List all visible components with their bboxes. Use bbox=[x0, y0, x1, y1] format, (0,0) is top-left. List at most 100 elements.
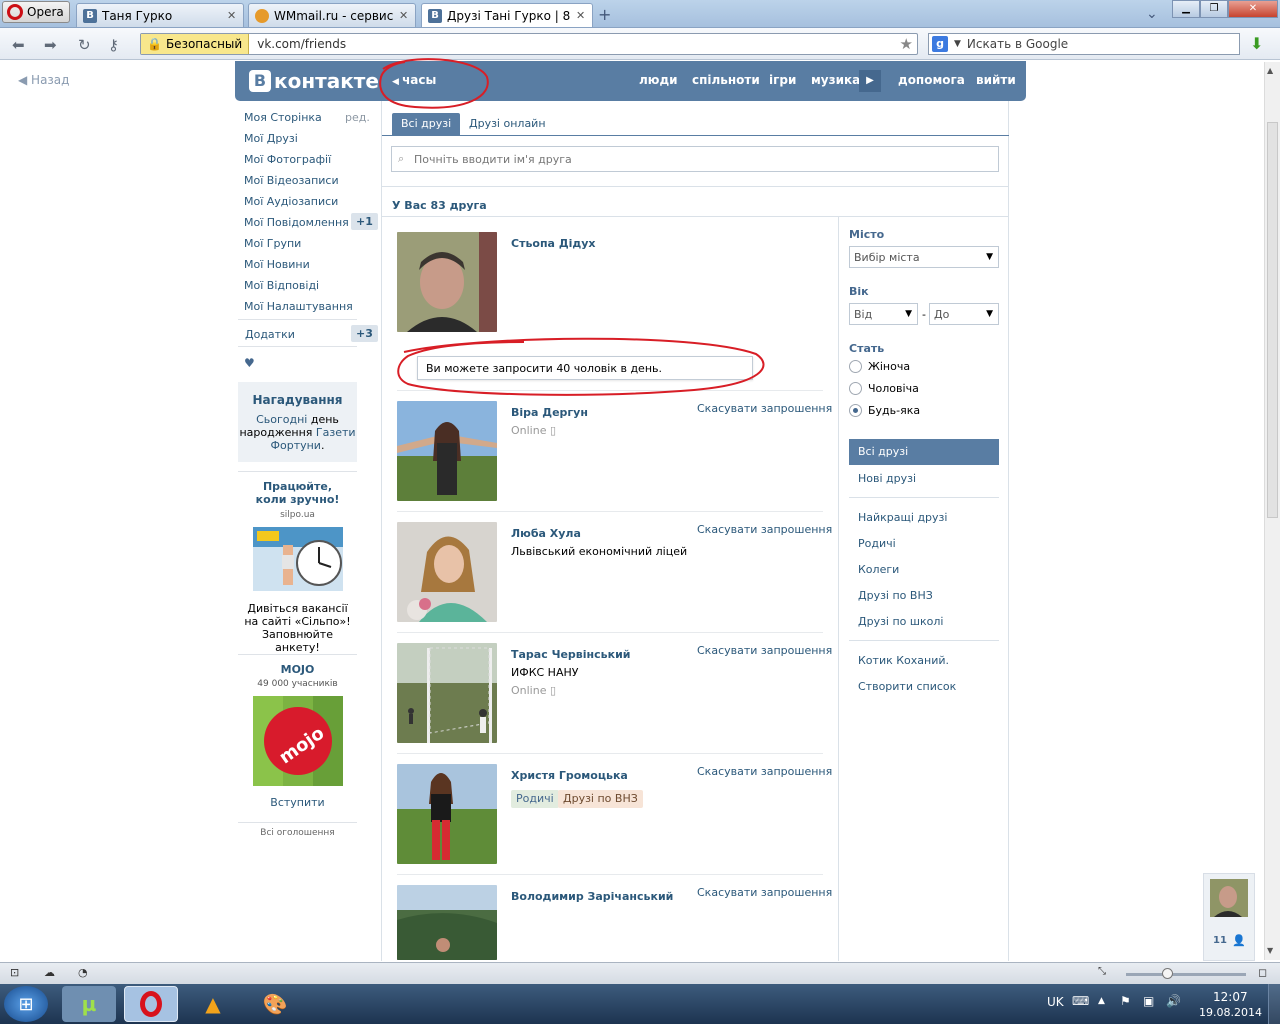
reload-icon[interactable]: ↻ bbox=[78, 36, 91, 54]
zoom-slider-knob[interactable] bbox=[1162, 968, 1173, 979]
friend-name[interactable]: Віра Дергун bbox=[511, 406, 588, 419]
panel-toggle-icon[interactable]: ⊡ bbox=[10, 966, 19, 979]
clock-date[interactable]: 19.08.2014 bbox=[1199, 1006, 1262, 1019]
language-indicator[interactable]: UK bbox=[1047, 995, 1064, 1009]
birthday-name-link[interactable]: Фортуни bbox=[271, 439, 321, 452]
back-link[interactable]: ◀ Назад bbox=[18, 73, 69, 87]
menu-apps[interactable]: Додатки bbox=[245, 328, 295, 341]
volume-icon[interactable]: 🔊 bbox=[1166, 994, 1181, 1008]
online-friends-widget[interactable]: 11 👤 bbox=[1203, 873, 1255, 961]
show-desktop-button[interactable] bbox=[1268, 984, 1280, 1024]
keyboard-icon[interactable]: ⌨ bbox=[1072, 994, 1089, 1008]
friend-avatar[interactable] bbox=[397, 232, 497, 332]
opera-menu-button[interactable]: Opera bbox=[2, 1, 70, 23]
list-tag-relatives[interactable]: Родичі bbox=[511, 790, 559, 808]
friend-name[interactable]: Тарас Червінський bbox=[511, 648, 631, 661]
filter-best-friends[interactable]: Найкращі друзі bbox=[858, 511, 947, 524]
tab-menu-icon[interactable]: ⌄ bbox=[1146, 6, 1158, 22]
cancel-request-link[interactable]: Скасувати запрошення bbox=[697, 402, 832, 415]
scroll-up-icon[interactable]: ▲ bbox=[1267, 66, 1273, 75]
aimp-taskbar-icon[interactable]: ▲ bbox=[186, 986, 240, 1022]
zoom-out-icon[interactable]: ⤡ bbox=[1098, 966, 1106, 977]
opera-taskbar-icon[interactable] bbox=[124, 986, 178, 1022]
network-icon[interactable]: ▣ bbox=[1143, 994, 1154, 1008]
cloud-icon[interactable]: ☁ bbox=[44, 966, 55, 979]
cancel-request-link[interactable]: Скасувати запрошення bbox=[697, 886, 832, 899]
browser-tab-1[interactable]: В Таня Гурко ✕ bbox=[76, 3, 244, 27]
play-icon[interactable]: ▶ bbox=[859, 70, 881, 92]
friend-avatar[interactable] bbox=[397, 885, 497, 960]
nav-games[interactable]: ігри bbox=[769, 73, 796, 87]
filter-new-friends[interactable]: Нові друзі bbox=[858, 472, 916, 485]
today-link[interactable]: Сьогодні bbox=[256, 413, 307, 426]
ad-title[interactable]: Працюйте, коли зручно! bbox=[256, 480, 340, 506]
friend-search-input[interactable]: ⌕ Почніть вводити ім'я друга bbox=[391, 146, 999, 172]
close-tab-icon[interactable]: ✕ bbox=[399, 9, 409, 22]
new-tab-icon[interactable]: + bbox=[598, 5, 611, 24]
windows-start-icon[interactable]: ⊞ bbox=[4, 986, 48, 1022]
city-select[interactable]: Вибір міста ▼ bbox=[849, 246, 999, 268]
age-to-select[interactable]: До ▼ bbox=[929, 303, 999, 325]
menu-my-messages[interactable]: Мої Повідомлення bbox=[244, 216, 349, 229]
radio-male[interactable]: Чоловіча bbox=[849, 382, 919, 395]
filter-custom-list[interactable]: Котик Коханий. bbox=[858, 654, 949, 667]
friend-name[interactable]: Христя Громоцька bbox=[511, 769, 628, 782]
speed-dial-icon[interactable]: ◔ bbox=[78, 966, 88, 979]
close-tab-icon[interactable]: ✕ bbox=[227, 9, 237, 22]
security-badge[interactable]: 🔒 Безопасный bbox=[141, 34, 250, 54]
close-window-icon[interactable]: ✕ bbox=[1228, 0, 1278, 18]
tray-expand-icon[interactable]: ▲ bbox=[1098, 996, 1105, 1006]
menu-my-answers[interactable]: Мої Відповіді bbox=[244, 279, 319, 292]
browser-tab-2[interactable]: WMmail.ru - сервис п... ✕ bbox=[248, 3, 416, 27]
nav-logout[interactable]: вийти bbox=[976, 73, 1016, 87]
filter-school-friends[interactable]: Друзі по школі bbox=[858, 615, 943, 628]
nav-music[interactable]: музика bbox=[811, 73, 860, 87]
friend-avatar[interactable] bbox=[397, 643, 497, 743]
messages-badge[interactable]: +1 bbox=[351, 213, 378, 230]
nav-people[interactable]: люди bbox=[639, 73, 678, 87]
radio-any[interactable]: Будь-яка bbox=[849, 404, 920, 417]
url-field[interactable]: 🔒 Безопасный vk.com/friends ★ bbox=[140, 33, 918, 55]
zoom-reset-icon[interactable]: ◻ bbox=[1258, 966, 1267, 979]
bookmark-star-icon[interactable]: ★ bbox=[900, 35, 913, 53]
chevron-down-icon[interactable]: ▼ bbox=[954, 39, 961, 49]
ad-title[interactable]: MOJO bbox=[238, 663, 357, 676]
restore-icon[interactable]: ❐ bbox=[1200, 0, 1228, 18]
nav-communities[interactable]: спільноти bbox=[692, 73, 760, 87]
friend-avatar[interactable] bbox=[397, 764, 497, 864]
cancel-request-link[interactable]: Скасувати запрошення bbox=[697, 765, 832, 778]
friend-avatar[interactable] bbox=[397, 522, 497, 622]
radio-female[interactable]: Жіноча bbox=[849, 360, 910, 373]
download-icon[interactable]: ⬇ bbox=[1250, 34, 1263, 53]
tab-all-friends[interactable]: Всі друзі bbox=[392, 113, 461, 136]
menu-my-news[interactable]: Мої Новини bbox=[244, 258, 310, 271]
cancel-request-link[interactable]: Скасувати запрошення bbox=[697, 644, 832, 657]
menu-my-photos[interactable]: Мої Фотографії bbox=[244, 153, 331, 166]
menu-my-groups[interactable]: Мої Групи bbox=[244, 237, 301, 250]
filter-all-friends-selected[interactable]: Всі друзі bbox=[849, 439, 999, 465]
scroll-down-icon[interactable]: ▼ bbox=[1267, 946, 1273, 955]
heart-icon[interactable]: ♥ bbox=[244, 356, 255, 370]
online-friend-avatar[interactable] bbox=[1210, 879, 1248, 917]
vertical-scrollbar[interactable]: ▲ ▼ bbox=[1264, 62, 1280, 960]
minimize-icon[interactable]: ▁ bbox=[1172, 0, 1200, 18]
zoom-slider[interactable] bbox=[1126, 973, 1246, 976]
apps-badge[interactable]: +3 bbox=[351, 325, 378, 342]
menu-my-audio[interactable]: Мої Аудіозаписи bbox=[244, 195, 338, 208]
join-link[interactable]: Вступити bbox=[238, 796, 357, 809]
nav-help[interactable]: допомога bbox=[898, 73, 965, 87]
paint-taskbar-icon[interactable]: 🎨 bbox=[248, 986, 302, 1022]
key-icon[interactable]: ⚷ bbox=[108, 36, 119, 54]
ad-silpo-image[interactable] bbox=[252, 527, 343, 591]
friend-avatar[interactable] bbox=[397, 401, 497, 501]
menu-my-page[interactable]: Моя Сторінка bbox=[244, 111, 322, 124]
create-list-link[interactable]: Створити список bbox=[858, 680, 956, 693]
filter-relatives[interactable]: Родичі bbox=[858, 537, 896, 550]
menu-my-settings[interactable]: Мої Налаштування bbox=[244, 300, 353, 313]
cancel-request-link[interactable]: Скасувати запрошення bbox=[697, 523, 832, 536]
browser-tab-3-active[interactable]: В Друзі Тані Гурко | 83 д... ✕ bbox=[421, 3, 593, 27]
friend-name[interactable]: Володимир Зарічанський bbox=[511, 890, 673, 903]
back-arrow-icon[interactable]: ⬅ bbox=[12, 36, 25, 54]
list-tag-university[interactable]: Друзі по ВНЗ bbox=[558, 790, 643, 808]
scrollbar-thumb[interactable] bbox=[1267, 122, 1278, 518]
